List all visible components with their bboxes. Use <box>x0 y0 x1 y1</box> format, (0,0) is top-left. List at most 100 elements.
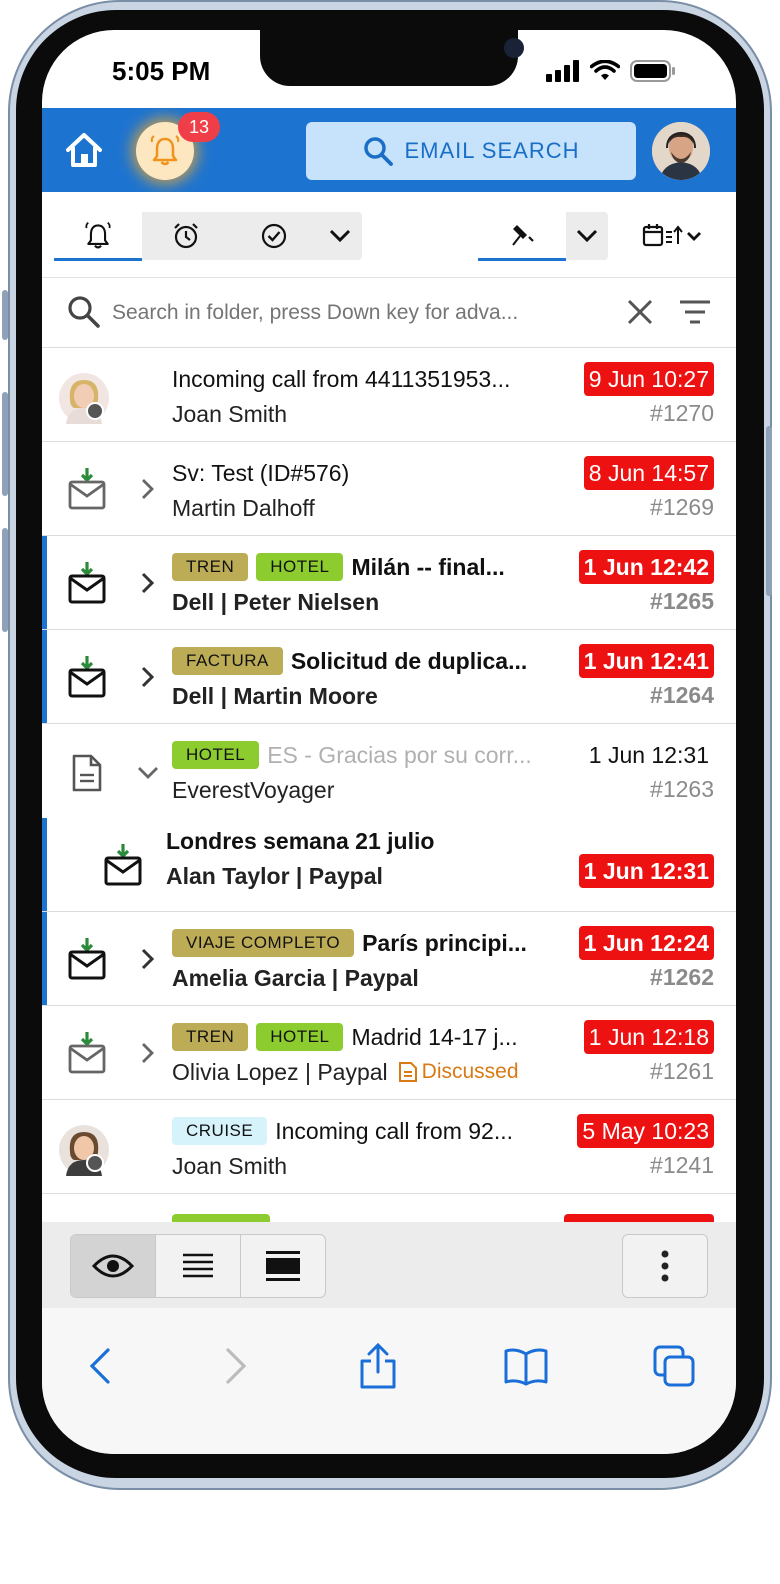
email-search-button[interactable]: EMAIL SEARCH <box>306 122 636 180</box>
message-number: #1265 <box>650 588 714 614</box>
browser-forward-button[interactable] <box>208 1338 264 1394</box>
bell-icon <box>85 222 111 249</box>
message-row[interactable]: TREN HOTEL Milán -- final... Dell | Pete… <box>42 536 736 630</box>
message-from: Dell | Martin Moore <box>172 682 378 709</box>
view-toolbar <box>42 1222 736 1308</box>
message-subject: Solicitud de duplica... <box>290 647 528 674</box>
discussed-label: Discussed <box>421 1060 519 1083</box>
user-avatar[interactable] <box>652 122 710 180</box>
message-type-icon <box>64 466 110 512</box>
message-type-icon <box>64 750 110 796</box>
expand-thread-button[interactable] <box>136 662 160 692</box>
message-number: #1270 <box>650 400 714 426</box>
home-icon <box>66 133 102 167</box>
message-row[interactable]: HOTEL ES - Gracias por su corr... Everes… <box>42 724 736 818</box>
status-time: 5:05 PM <box>112 56 211 86</box>
pin-filter-button[interactable] <box>478 212 566 260</box>
message-row[interactable]: FACTURA Solicitud de duplica... Dell | M… <box>42 630 736 724</box>
mail-inbox-icon <box>68 656 106 698</box>
message-date: 1 Jun 12:42 <box>578 550 714 584</box>
message-subject: Milán -- final... <box>351 553 505 580</box>
chevron-right-icon <box>142 479 154 499</box>
chevron-left-icon <box>89 1348 110 1384</box>
filter-dropdown[interactable] <box>318 212 362 260</box>
mute-switch <box>2 290 8 340</box>
notch <box>260 30 524 86</box>
message-row[interactable]: VIAJE COMPLETO París principi... Amelia … <box>42 912 736 1006</box>
message-row-partial[interactable] <box>42 1194 736 1222</box>
collapse-thread-button[interactable] <box>136 758 160 788</box>
preview-mode-button[interactable] <box>71 1235 156 1297</box>
filter-tab-notifications[interactable] <box>54 212 142 260</box>
filter-icon[interactable] <box>678 298 712 326</box>
message-type-icon <box>64 654 110 700</box>
folder-search-input[interactable] <box>112 298 612 328</box>
pin-icon <box>512 225 534 246</box>
chevron-right-icon <box>141 572 155 594</box>
compact-list-button[interactable] <box>156 1235 241 1297</box>
filter-tab-done[interactable] <box>230 212 318 260</box>
message-from: Joan Smith <box>172 1152 288 1179</box>
sort-by-date-button[interactable] <box>626 212 718 260</box>
pin-active-indicator <box>478 258 566 261</box>
home-button[interactable] <box>62 130 106 170</box>
tag-label: HOTEL <box>172 741 260 769</box>
tag-label: TREN <box>172 553 249 581</box>
browser-toolbar <box>42 1308 736 1454</box>
expanded-list-button[interactable] <box>241 1235 325 1297</box>
message-number: #1269 <box>650 494 714 520</box>
message-row[interactable]: Sv: Test (ID#576) Martin Dalhoff 8 Jun 1… <box>42 442 736 536</box>
avatar-man-icon <box>652 122 710 180</box>
document-icon <box>72 754 102 792</box>
note-icon <box>398 1062 417 1082</box>
message-row[interactable]: TREN HOTEL Madrid 14-17 j... Olivia Lope… <box>42 1006 736 1100</box>
browser-back-button[interactable] <box>72 1338 128 1394</box>
message-date: 1 Jun 12:31 <box>588 742 709 768</box>
message-subject-line: HOTEL ES - Gracias por su corr... <box>172 738 562 772</box>
expand-thread-button[interactable] <box>136 1038 160 1068</box>
mail-inbox-icon <box>68 1032 106 1074</box>
phone-screen: 5:05 PM 13 EMAIL SEARCH Search in folder… <box>42 30 736 1454</box>
active-tab-indicator <box>54 258 142 261</box>
message-subject: Sv: Test (ID#576) <box>172 459 350 486</box>
caller-avatar <box>58 372 110 424</box>
browser-bookmarks-button[interactable] <box>498 1338 554 1394</box>
front-camera <box>504 38 524 58</box>
power-button <box>766 426 772 596</box>
message-from: Joan Smith <box>172 400 288 427</box>
volume-down-button <box>2 528 8 632</box>
browser-tabs-button[interactable] <box>646 1338 702 1394</box>
expand-thread-button[interactable] <box>136 944 160 974</box>
message-number: #1241 <box>650 1152 714 1178</box>
message-row[interactable]: CRUISE Incoming call from 92... Joan Smi… <box>42 1100 736 1194</box>
expand-thread-button[interactable] <box>136 568 160 598</box>
share-icon <box>360 1342 396 1389</box>
expand-thread-button[interactable] <box>136 474 160 504</box>
close-icon[interactable] <box>626 298 654 326</box>
view-mode-group <box>70 1234 326 1298</box>
filter-tab-reminders[interactable] <box>142 212 230 260</box>
message-subject-line: VIAJE COMPLETO París principi... <box>172 926 562 960</box>
chevron-down-icon <box>329 229 351 243</box>
message-subject: París principi... <box>362 929 527 956</box>
message-subject: ES - Gracias por su corr... <box>267 741 532 768</box>
email-search-label: EMAIL SEARCH <box>404 138 580 163</box>
message-subject-line: CRUISE Incoming call from 92... <box>172 1114 562 1148</box>
message-subject-line: Londres semana 21 julio <box>166 824 556 858</box>
thread-child-row[interactable]: Londres semana 21 julio Alan Taylor | Pa… <box>42 818 736 912</box>
browser-share-button[interactable] <box>350 1338 406 1394</box>
message-from: Alan Taylor | Paypal <box>166 862 383 889</box>
message-date: 1 Jun 12:24 <box>578 926 714 960</box>
more-options-button[interactable] <box>622 1234 708 1298</box>
message-number: #1264 <box>650 682 714 708</box>
message-from: EverestVoyager <box>172 776 335 803</box>
message-type-icon <box>64 1030 110 1076</box>
mail-inbox-icon <box>68 468 106 510</box>
cellular-signal-icon <box>546 60 579 82</box>
mail-inbox-icon <box>68 562 106 604</box>
message-row[interactable]: Incoming call from 4411351953... Joan Sm… <box>42 348 736 442</box>
filter-toolbar <box>42 192 736 278</box>
message-subject-line: TREN HOTEL Milán -- final... <box>172 550 562 584</box>
pin-dropdown[interactable] <box>566 212 608 260</box>
message-subject: Incoming call from 4411351953... <box>172 365 511 392</box>
